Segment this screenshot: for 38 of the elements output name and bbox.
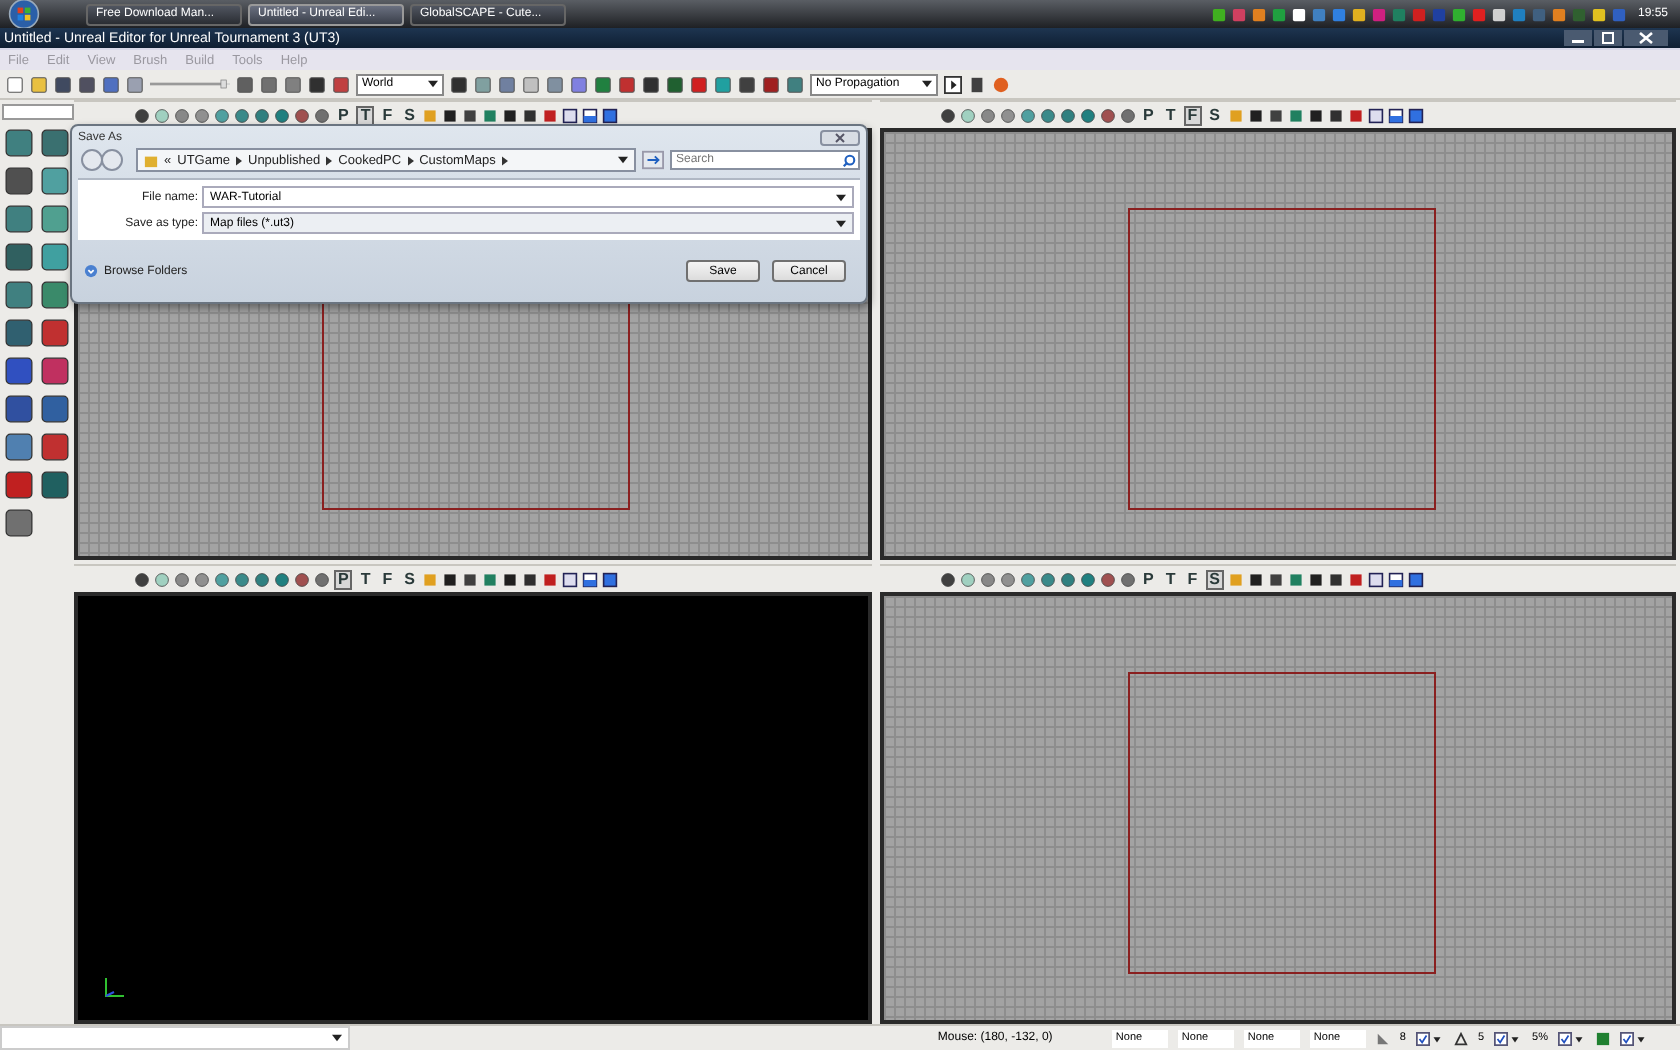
grid-size-icon	[1375, 1031, 1390, 1045]
axis-icon	[102, 976, 126, 1000]
refresh-icon[interactable]	[642, 150, 664, 170]
view-mode-button[interactable]: T	[356, 105, 375, 125]
view-mode-button[interactable]: P	[1139, 105, 1158, 125]
close-icon[interactable]	[1624, 30, 1668, 46]
view-mode-button[interactable]: S	[400, 105, 419, 125]
slider[interactable]	[150, 76, 230, 92]
checkbox[interactable]	[1558, 1031, 1586, 1045]
chevron-icon[interactable]	[501, 155, 508, 165]
minimize-icon[interactable]	[1564, 30, 1592, 46]
view-mode-button[interactable]: T	[356, 569, 375, 589]
chevron-icon[interactable]	[236, 155, 242, 165]
view-mode-button[interactable]: T	[1161, 569, 1180, 589]
view-mode-button[interactable]: P	[334, 569, 353, 589]
expand-icon	[84, 264, 98, 278]
view-mode-button[interactable]: S	[400, 569, 419, 589]
view-mode-button[interactable]: F	[1183, 569, 1202, 589]
view-mode-button[interactable]: P	[334, 105, 353, 125]
close-icon[interactable]	[820, 129, 860, 145]
checkbox[interactable]	[1415, 1031, 1444, 1045]
maximize-icon[interactable]	[1594, 30, 1622, 46]
view-mode-button[interactable]: S	[1205, 569, 1224, 589]
slider-thumb[interactable]	[220, 79, 227, 89]
angle-icon	[1453, 1031, 1468, 1045]
checkbox[interactable]	[1494, 1031, 1523, 1045]
checkbox[interactable]	[1620, 1031, 1648, 1045]
view-mode-button[interactable]: S	[1205, 105, 1224, 125]
start-button[interactable]	[8, 0, 40, 30]
chevron-icon[interactable]	[326, 155, 333, 165]
view-mode-button[interactable]: P	[1139, 569, 1158, 589]
grid-viewport[interactable]	[879, 128, 1676, 560]
view-mode-button[interactable]: F	[378, 105, 397, 125]
chevron-icon[interactable]	[407, 155, 414, 165]
view-mode-button[interactable]: F	[378, 569, 397, 589]
grid-viewport[interactable]	[879, 592, 1676, 1024]
view-mode-button[interactable]: T	[1161, 105, 1180, 125]
view-mode-button[interactable]: F	[1183, 105, 1202, 125]
